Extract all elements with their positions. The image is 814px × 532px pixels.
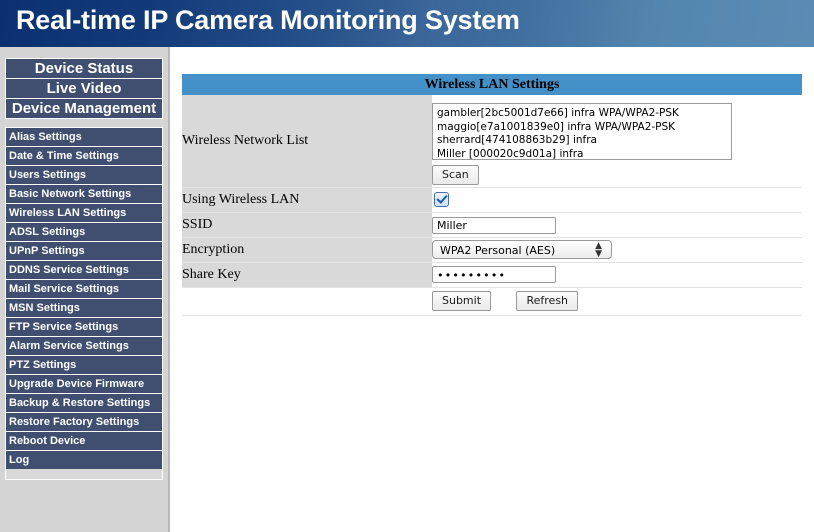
table-row: Submit Refresh — [182, 287, 802, 316]
network-list-cell: gambler[2bc5001d7e66] infra WPA/WPA2-PSK… — [432, 95, 802, 188]
table-row: Using Wireless LAN — [182, 187, 802, 213]
using-wireless-lan-checkbox[interactable] — [434, 191, 449, 207]
encryption-selected-value: WPA2 Personal (AES) — [440, 244, 556, 257]
sidebar-sub-group: Alias Settings Date & Time Settings User… — [5, 127, 163, 480]
encryption-cell: WPA2 Personal (AES) ▲ ▼ — [432, 237, 802, 263]
sidebar-item-adsl-settings[interactable]: ADSL Settings — [6, 223, 162, 242]
ssid-cell — [432, 212, 802, 238]
button-row-spacer — [182, 287, 432, 316]
table-row: Wireless Network List gambler[2bc5001d7e… — [182, 95, 802, 188]
sidebar-navigation: Device Status Live Video Device Manageme… — [0, 47, 170, 532]
refresh-button[interactable]: Refresh — [516, 291, 579, 311]
sidebar-item-ftp-service-settings[interactable]: FTP Service Settings — [6, 318, 162, 337]
sidebar-item-live-video[interactable]: Live Video — [6, 79, 162, 99]
sidebar-item-date-time-settings[interactable]: Date & Time Settings — [6, 147, 162, 166]
sidebar-item-restore-factory-settings[interactable]: Restore Factory Settings — [6, 413, 162, 432]
sidebar-item-upnp-settings[interactable]: UPnP Settings — [6, 242, 162, 261]
share-key-input[interactable]: ••••••••• — [432, 265, 556, 283]
table-row: SSID — [182, 212, 802, 238]
sidebar-item-alarm-service-settings[interactable]: Alarm Service Settings — [6, 337, 162, 356]
using-wireless-lan-cell — [432, 187, 802, 213]
app-title: Real-time IP Camera Monitoring System — [16, 5, 520, 35]
table-row: Encryption WPA2 Personal (AES) ▲ ▼ — [182, 237, 802, 263]
sidebar-item-log[interactable]: Log — [6, 451, 162, 469]
wireless-network-list[interactable]: gambler[2bc5001d7e66] infra WPA/WPA2-PSK… — [432, 103, 732, 161]
sidebar-item-basic-network-settings[interactable]: Basic Network Settings — [6, 185, 162, 204]
sidebar-item-backup-restore-settings[interactable]: Backup & Restore Settings — [6, 394, 162, 413]
sidebar-item-wireless-lan-settings[interactable]: Wireless LAN Settings — [6, 204, 162, 223]
form-actions-cell: Submit Refresh — [432, 287, 802, 316]
share-key-cell: ••••••••• — [432, 262, 802, 288]
sidebar-item-msn-settings[interactable]: MSN Settings — [6, 299, 162, 318]
sidebar-item-ddns-service-settings[interactable]: DDNS Service Settings — [6, 261, 162, 280]
sidebar-item-device-status[interactable]: Device Status — [6, 59, 162, 79]
app-header-banner: Real-time IP Camera Monitoring System — [0, 0, 814, 47]
sidebar-item-alias-settings[interactable]: Alias Settings — [6, 128, 162, 147]
wireless-settings-form: Wireless Network List gambler[2bc5001d7e… — [182, 95, 802, 316]
scan-button[interactable]: Scan — [432, 165, 479, 186]
sidebar-filler — [6, 469, 162, 479]
table-row: Share Key ••••••••• — [182, 262, 802, 288]
main-content-area: Wireless LAN Settings Wireless Network L… — [172, 47, 814, 532]
updown-arrows-icon: ▲ ▼ — [595, 241, 602, 259]
sidebar-item-ptz-settings[interactable]: PTZ Settings — [6, 356, 162, 375]
sidebar-item-reboot-device[interactable]: Reboot Device — [6, 432, 162, 451]
ssid-label: SSID — [182, 212, 432, 238]
sidebar-item-users-settings[interactable]: Users Settings — [6, 166, 162, 185]
share-key-masked-value: ••••••••• — [437, 268, 507, 282]
panel-title: Wireless LAN Settings — [182, 74, 802, 95]
sidebar-item-mail-service-settings[interactable]: Mail Service Settings — [6, 280, 162, 299]
share-key-label: Share Key — [182, 262, 432, 288]
sidebar-main-group: Device Status Live Video Device Manageme… — [5, 58, 163, 119]
using-wireless-lan-label: Using Wireless LAN — [182, 187, 432, 213]
ssid-input[interactable] — [432, 216, 556, 234]
submit-button[interactable]: Submit — [432, 291, 492, 311]
encryption-label: Encryption — [182, 237, 432, 263]
sidebar-item-upgrade-device-firmware[interactable]: Upgrade Device Firmware — [6, 375, 162, 394]
encryption-select[interactable]: WPA2 Personal (AES) ▲ ▼ — [432, 240, 612, 259]
sidebar-item-device-management[interactable]: Device Management — [6, 99, 162, 118]
wireless-lan-settings-panel: Wireless LAN Settings Wireless Network L… — [182, 74, 802, 316]
network-list-label: Wireless Network List — [182, 95, 432, 188]
